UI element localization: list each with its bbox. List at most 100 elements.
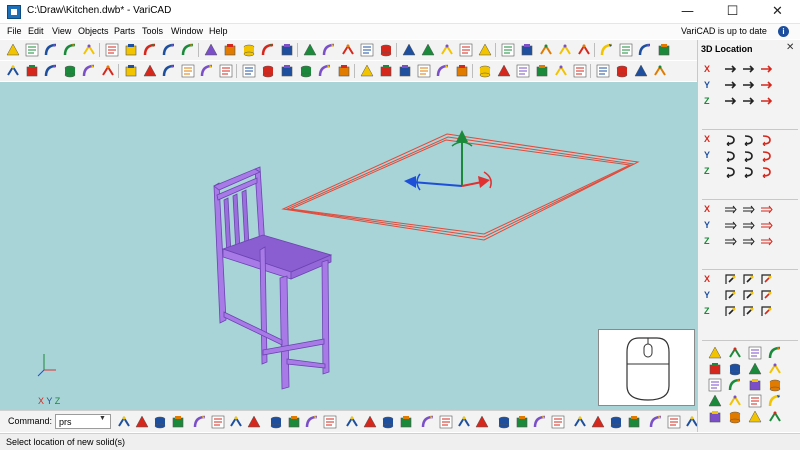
layers-icon[interactable]	[539, 43, 553, 57]
subtract-icon[interactable]	[478, 43, 492, 57]
location-tool-icon[interactable]	[742, 273, 755, 286]
solid-5-icon[interactable]	[497, 64, 511, 78]
3d-scene[interactable]	[0, 82, 697, 410]
cmd-solid-e-icon[interactable]	[497, 415, 511, 429]
cmd-snap-2-icon[interactable]	[323, 415, 337, 429]
cmd-measure-3-icon[interactable]	[171, 415, 185, 429]
measure-icon[interactable]	[337, 64, 351, 78]
view-3-icon[interactable]	[653, 64, 667, 78]
fillet-2-icon[interactable]	[516, 64, 530, 78]
hole-icon[interactable]	[63, 64, 77, 78]
3d-viewport[interactable]: X Y Z	[0, 82, 697, 410]
location-tool-icon[interactable]	[760, 149, 773, 163]
solid-1-icon[interactable]	[417, 64, 431, 78]
placement-tool-icon[interactable]	[708, 410, 721, 423]
new-file-icon[interactable]	[6, 43, 20, 57]
pipe-icon[interactable]	[280, 43, 294, 57]
transform-icon[interactable]	[44, 64, 58, 78]
location-tool-icon[interactable]	[724, 219, 737, 232]
minimize-button[interactable]: —	[665, 0, 710, 24]
pyramid-icon[interactable]	[223, 43, 237, 57]
cmd-snap-3-icon[interactable]	[345, 415, 359, 429]
cmd-solid-c-icon[interactable]	[457, 415, 471, 429]
view-1-icon[interactable]	[615, 64, 629, 78]
location-tool-icon[interactable]	[724, 165, 737, 179]
location-tool-icon[interactable]	[742, 63, 755, 76]
blend-icon[interactable]	[440, 43, 454, 57]
menu-window[interactable]: Window	[171, 26, 203, 36]
undo-icon[interactable]	[143, 43, 157, 57]
location-tool-icon[interactable]	[742, 133, 755, 147]
chamfer-icon[interactable]	[143, 64, 157, 78]
cylinder-2-icon[interactable]	[242, 64, 256, 78]
placement-tool-icon[interactable]	[748, 346, 762, 360]
menu-view[interactable]: View	[52, 26, 71, 36]
snap-icon[interactable]	[398, 64, 412, 78]
cmd-solid-h-icon[interactable]	[551, 415, 565, 429]
trim-icon[interactable]	[101, 64, 115, 78]
maximize-button[interactable]: ☐	[710, 0, 755, 24]
copy-icon[interactable]	[360, 43, 374, 57]
shading-icon[interactable]	[181, 64, 195, 78]
union-icon[interactable]	[459, 43, 473, 57]
location-tool-icon[interactable]	[760, 79, 773, 92]
align-icon[interactable]	[421, 43, 435, 57]
placement-tool-icon[interactable]	[748, 362, 762, 375]
group-icon[interactable]	[379, 64, 393, 78]
revolve-icon[interactable]	[242, 43, 256, 57]
solid-4-icon[interactable]	[478, 64, 492, 78]
cmd-measure-1-icon[interactable]	[135, 415, 149, 429]
placement-tool-icon[interactable]	[748, 378, 761, 391]
cone-icon[interactable]	[204, 43, 218, 57]
location-tool-icon[interactable]	[742, 95, 755, 108]
location-tool-icon[interactable]	[724, 273, 737, 286]
light-icon[interactable]	[219, 64, 233, 78]
cmd-insert-icon[interactable]	[117, 415, 131, 429]
placement-tool-icon[interactable]	[708, 346, 722, 359]
cmd-solid-j-icon[interactable]	[591, 415, 605, 429]
edge-icon[interactable]	[280, 64, 294, 78]
cmd-solid-o-icon[interactable]	[685, 415, 697, 429]
location-tool-icon[interactable]	[724, 63, 737, 76]
placement-tool-icon[interactable]	[768, 362, 781, 375]
wireframe-icon[interactable]	[162, 64, 176, 78]
location-tool-icon[interactable]	[742, 149, 755, 163]
location-tool-icon[interactable]	[724, 203, 737, 216]
placement-tool-icon[interactable]	[748, 394, 762, 408]
rotate-icon[interactable]	[379, 43, 393, 57]
chair-model[interactable]	[213, 166, 333, 390]
location-tool-icon[interactable]	[742, 235, 755, 248]
location-tool-icon[interactable]	[742, 305, 755, 318]
property-icon[interactable]	[360, 64, 374, 78]
box-icon[interactable]	[162, 43, 176, 57]
info-icon[interactable]: i	[778, 26, 789, 37]
placement-tool-icon[interactable]	[728, 378, 741, 391]
location-tool-icon[interactable]	[760, 219, 773, 232]
menu-edit[interactable]: Edit	[28, 26, 44, 36]
cmd-edit-2-icon[interactable]	[229, 415, 243, 429]
split-icon[interactable]	[573, 64, 587, 78]
section-icon[interactable]	[318, 64, 332, 78]
cmd-solid-m-icon[interactable]	[649, 415, 663, 429]
location-tool-icon[interactable]	[724, 305, 737, 318]
zoom-icon[interactable]	[577, 43, 591, 57]
cmd-snap-6-icon[interactable]	[399, 415, 413, 429]
cmd-solid-l-icon[interactable]	[627, 415, 641, 429]
menu-tools[interactable]: Tools	[142, 26, 163, 36]
solid-2-icon[interactable]	[436, 64, 450, 78]
placement-tool-icon[interactable]	[768, 394, 781, 407]
location-tool-icon[interactable]	[724, 289, 737, 302]
move-icon[interactable]	[341, 43, 355, 57]
placement-tool-icon[interactable]	[728, 362, 741, 376]
tube-icon[interactable]	[261, 43, 275, 57]
color-icon[interactable]	[558, 43, 572, 57]
cone-2-icon[interactable]	[261, 64, 275, 78]
grid-icon[interactable]	[596, 64, 610, 78]
location-tool-icon[interactable]	[742, 203, 755, 216]
cmd-edit-4-icon[interactable]	[269, 415, 283, 429]
view-2-icon[interactable]	[634, 64, 648, 78]
cmd-measure-2-icon[interactable]	[153, 415, 167, 429]
shell-icon[interactable]	[554, 64, 568, 78]
location-tool-icon[interactable]	[724, 149, 737, 163]
location-tool-icon[interactable]	[760, 95, 773, 108]
